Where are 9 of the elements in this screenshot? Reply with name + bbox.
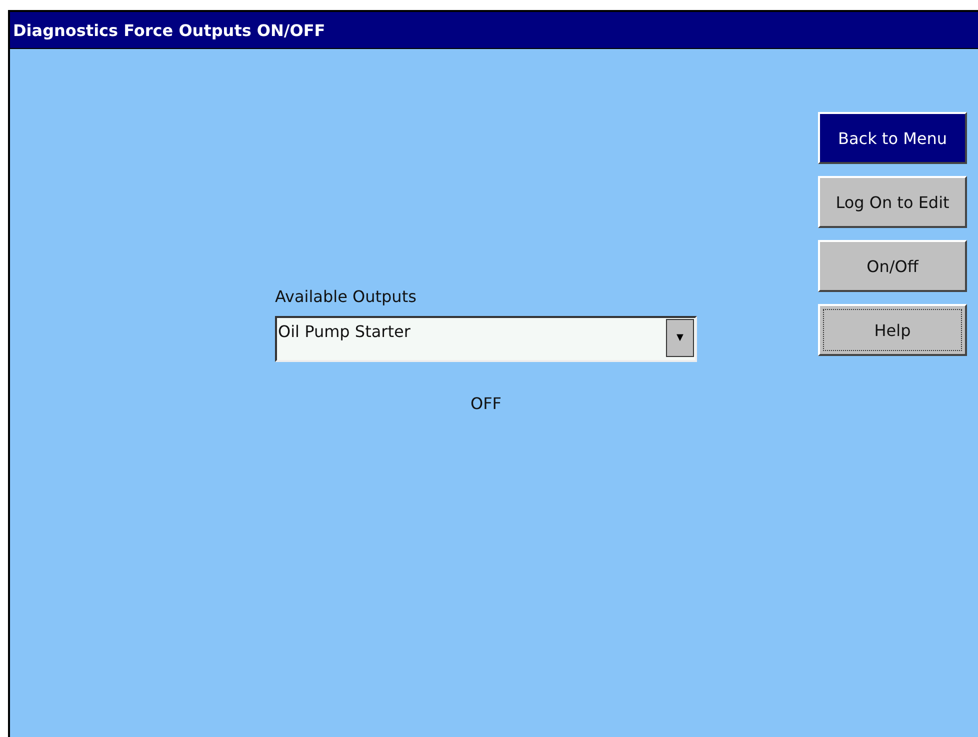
menu-button[interactable]: On/Off	[818, 240, 967, 292]
output-status: OFF	[470, 394, 502, 413]
outputs-dropdown[interactable]: Oil Pump Starter ▼	[275, 316, 697, 362]
menu-button[interactable]: Log On to Edit	[818, 176, 967, 228]
window-title: Diagnostics Force Outputs ON/OFF	[10, 12, 978, 49]
dropdown-arrow-button[interactable]: ▼	[666, 319, 694, 357]
outputs-label: Available Outputs	[275, 287, 418, 306]
menu-button[interactable]: Help	[818, 304, 967, 356]
menu-button[interactable]: Back to Menu	[818, 112, 967, 164]
